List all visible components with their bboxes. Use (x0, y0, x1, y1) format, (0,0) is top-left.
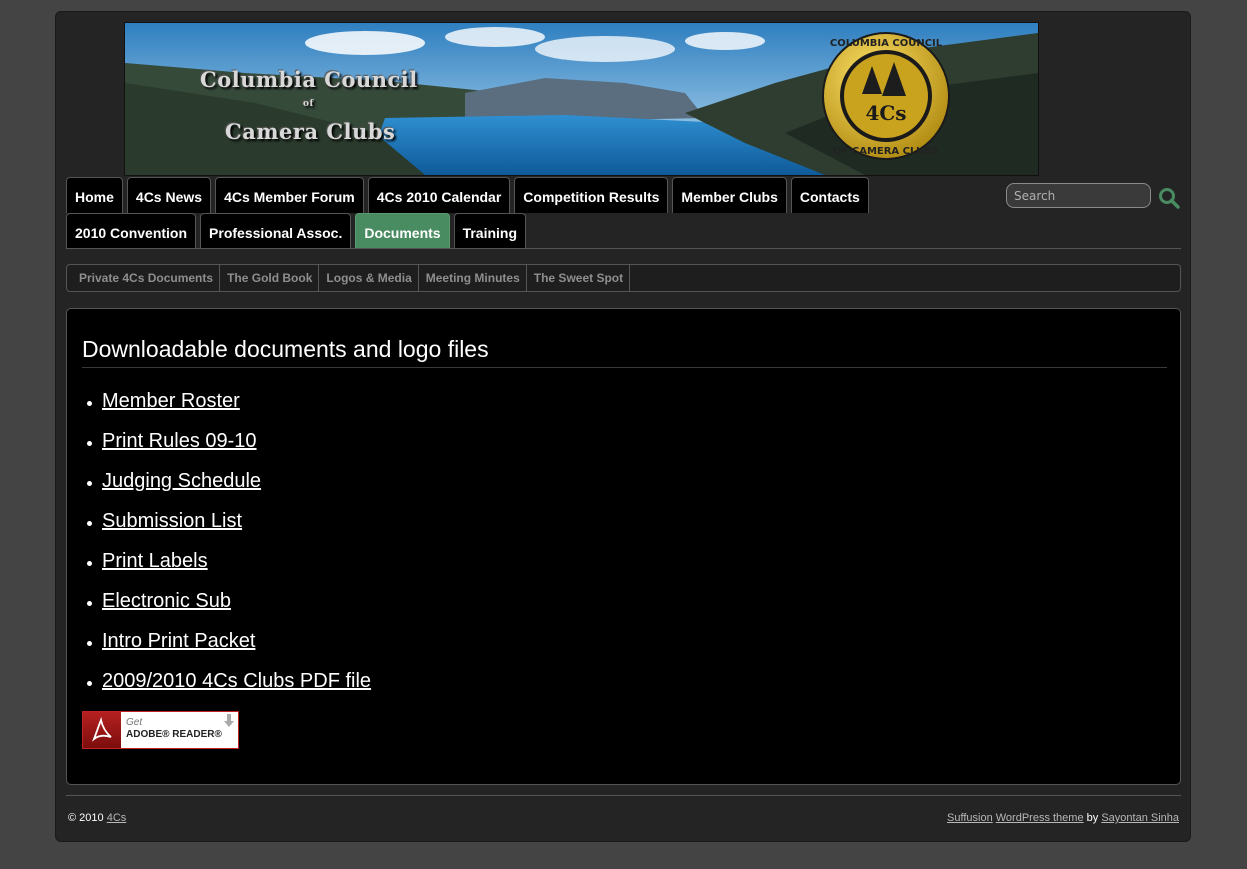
doc-link-judging-schedule[interactable]: Judging Schedule (102, 470, 261, 492)
list-item: Judging Schedule (82, 469, 371, 509)
doc-link-clubs-pdf[interactable]: 2009/2010 4Cs Clubs PDF file (102, 670, 371, 692)
list-item: Print Labels (82, 549, 371, 589)
subnav-logos-media[interactable]: Logos & Media (319, 265, 419, 291)
adobe-get-label: Get (126, 717, 143, 728)
document-list: Member Roster Print Rules 09-10 Judging … (82, 389, 371, 709)
nav-divider (66, 248, 1181, 249)
download-arrow-icon (224, 714, 234, 727)
subnav-gold-book[interactable]: The Gold Book (220, 265, 320, 291)
page-wrapper: COLUMBIA COUNCIL OF CAMERA CLUBS 4Cs Col… (55, 11, 1191, 842)
doc-link-print-rules[interactable]: Print Rules 09-10 (102, 430, 257, 452)
footer-credits: Suffusion WordPress theme by Sayontan Si… (947, 812, 1179, 824)
seal-top-text: COLUMBIA COUNCIL (830, 38, 943, 49)
nav-tab-home[interactable]: Home (66, 177, 123, 213)
title-divider (82, 367, 1167, 368)
subnav-sweet-spot[interactable]: The Sweet Spot (527, 265, 631, 291)
subnav-private-documents[interactable]: Private 4Cs Documents (67, 265, 221, 291)
list-item: Electronic Sub (82, 589, 371, 629)
main-nav-row-1: Home 4Cs News 4Cs Member Forum 4Cs 2010 … (66, 177, 873, 213)
footer-divider (66, 795, 1181, 796)
main-nav-row-2: 2010 Convention Professional Assoc. Docu… (66, 213, 530, 249)
nav-tab-member-forum[interactable]: 4Cs Member Forum (215, 177, 364, 213)
nav-tab-professional-assoc[interactable]: Professional Assoc. (200, 213, 352, 249)
4cs-seal: COLUMBIA COUNCIL OF CAMERA CLUBS 4Cs (822, 32, 950, 160)
list-item: Print Rules 09-10 (82, 429, 371, 469)
nav-tab-calendar[interactable]: 4Cs 2010 Calendar (367, 177, 511, 213)
adobe-logo-icon (83, 712, 121, 748)
nav-tab-4cs-news[interactable]: 4Cs News (126, 177, 212, 213)
nav-tab-member-clubs[interactable]: Member Clubs (672, 177, 787, 213)
list-item: Submission List (82, 509, 371, 549)
page-title: Downloadable documents and logo files (82, 336, 489, 362)
sub-nav: Private 4Cs Documents The Gold Book Logo… (66, 264, 1181, 292)
search-input[interactable] (1006, 183, 1151, 208)
nav-tab-convention[interactable]: 2010 Convention (66, 213, 197, 249)
footer-author-link[interactable]: Sayontan Sinha (1101, 812, 1179, 824)
nav-tab-contacts[interactable]: Contacts (790, 177, 869, 213)
main-content: Downloadable documents and logo files Me… (66, 308, 1181, 785)
subnav-meeting-minutes[interactable]: Meeting Minutes (419, 265, 527, 291)
copyright-text: © 2010 (68, 812, 104, 824)
list-item: Intro Print Packet (82, 629, 371, 669)
nav-tab-training[interactable]: Training (453, 213, 527, 249)
banner-title-line3: Camera Clubs (225, 119, 396, 144)
banner-title-line1: Columbia Council (200, 67, 418, 92)
seal-bottom-text: OF CAMERA CLUBS (833, 146, 939, 157)
magnifier-icon[interactable] (1158, 187, 1180, 209)
footer-copyright: © 2010 4Cs (68, 812, 126, 824)
banner-title-line2: of (303, 99, 314, 109)
get-adobe-reader-button[interactable]: Get ADOBE® READER® (82, 711, 239, 749)
nav-tab-competition-results[interactable]: Competition Results (514, 177, 669, 213)
site-banner[interactable]: COLUMBIA COUNCIL OF CAMERA CLUBS 4Cs Col… (124, 22, 1039, 176)
footer-by-text: by (1086, 812, 1099, 824)
doc-link-print-labels[interactable]: Print Labels (102, 550, 208, 572)
footer-site-link[interactable]: 4Cs (107, 812, 127, 824)
adobe-reader-label: ADOBE® READER® (126, 729, 222, 740)
nav-tab-documents[interactable]: Documents (355, 213, 450, 249)
banner-landscape-image: COLUMBIA COUNCIL OF CAMERA CLUBS 4Cs (125, 23, 1038, 175)
doc-link-electronic-sub[interactable]: Electronic Sub (102, 590, 231, 612)
doc-link-intro-print-packet[interactable]: Intro Print Packet (102, 630, 255, 652)
footer-wordpress-link[interactable]: WordPress theme (996, 812, 1084, 824)
footer-theme-link[interactable]: Suffusion (947, 812, 993, 824)
doc-link-member-roster[interactable]: Member Roster (102, 390, 240, 412)
seal-center-text: 4Cs (865, 101, 906, 125)
doc-link-submission-list[interactable]: Submission List (102, 510, 242, 532)
list-item: Member Roster (82, 389, 371, 429)
list-item: 2009/2010 4Cs Clubs PDF file (82, 669, 371, 709)
